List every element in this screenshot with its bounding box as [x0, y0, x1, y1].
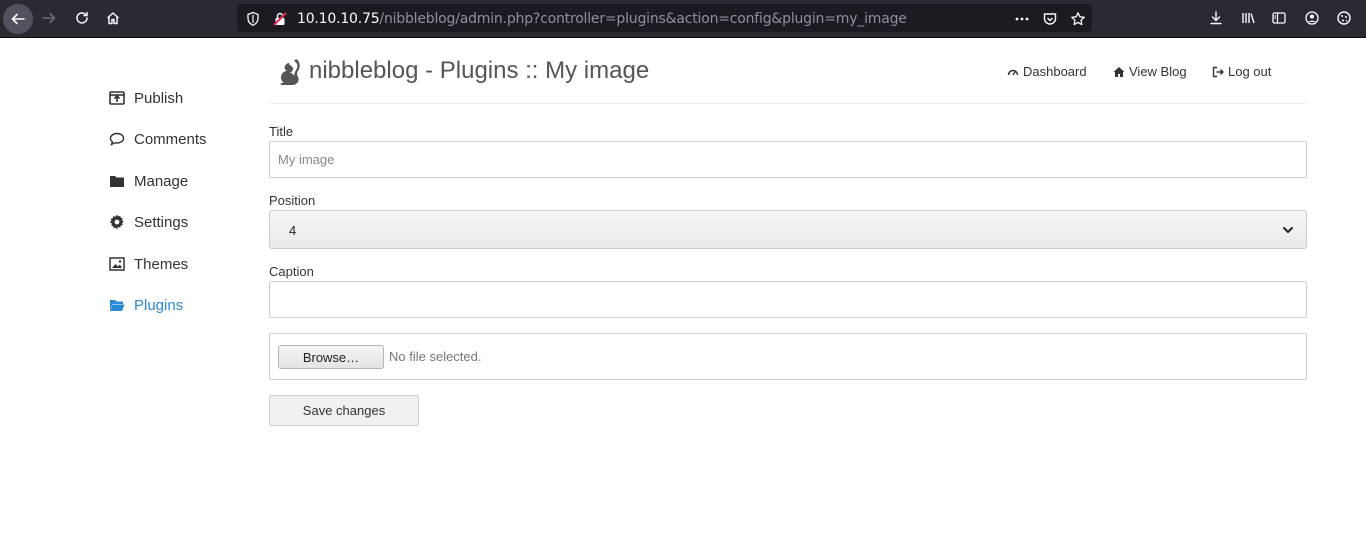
- library-icon: [1242, 13, 1255, 24]
- sidebar-icon: [1272, 12, 1286, 24]
- sidebar-item-publish[interactable]: Publish: [108, 86, 183, 110]
- view-blog-link-label: View Blog: [1129, 64, 1187, 79]
- file-status-text: No file selected.: [389, 349, 482, 364]
- account-icon: [1305, 11, 1319, 25]
- arrow-right-icon: [42, 12, 56, 24]
- reload-button[interactable]: [69, 5, 95, 31]
- sidebar-item-label: Plugins: [134, 296, 184, 314]
- shield-icon: [247, 11, 259, 27]
- squirrel-logo-icon: [280, 59, 300, 85]
- chevron-down-icon: [1283, 227, 1293, 233]
- comment-icon: [108, 131, 126, 147]
- title-label: Title: [269, 124, 294, 139]
- page-title: nibbleblog - Plugins :: My image: [309, 57, 650, 84]
- address-bar[interactable]: 10.10.10.75/nibbleblog/admin.php?control…: [237, 4, 1092, 32]
- url-path: /nibbleblog/admin.php?controller=plugins…: [379, 11, 907, 27]
- file-upload-field: Browse… No file selected.: [269, 333, 1307, 380]
- browse-button[interactable]: Browse…: [278, 345, 384, 369]
- gear-icon: [108, 214, 126, 230]
- save-changes-button[interactable]: Save changes: [269, 395, 419, 426]
- position-select[interactable]: 4: [269, 210, 1307, 249]
- library-button[interactable]: [1235, 5, 1261, 31]
- download-icon: [1210, 11, 1222, 25]
- bookmark-star-icon[interactable]: [1070, 11, 1086, 27]
- logout-link-label: Log out: [1228, 64, 1272, 79]
- sidebar-item-themes[interactable]: Themes: [108, 252, 188, 276]
- header-divider: [269, 103, 1307, 104]
- downloads-button[interactable]: [1203, 5, 1229, 31]
- pocket-icon[interactable]: [1042, 11, 1058, 27]
- home-button[interactable]: [100, 5, 126, 31]
- dashboard-link-label: Dashboard: [1023, 64, 1087, 79]
- position-selected-value: 4: [289, 223, 297, 238]
- sidebar-item-manage[interactable]: Manage: [108, 169, 188, 193]
- url-host: 10.10.10.75: [297, 11, 380, 27]
- title-input[interactable]: [269, 141, 1307, 178]
- sidebar-item-label: Publish: [134, 89, 184, 107]
- logout-link[interactable]: Log out: [1212, 64, 1271, 79]
- extension-button[interactable]: [1331, 5, 1357, 31]
- forward-button[interactable]: [36, 5, 62, 31]
- caption-label: Caption: [269, 264, 314, 279]
- more-actions-icon[interactable]: [1014, 11, 1030, 27]
- browser-toolbar: 10.10.10.75/nibbleblog/admin.php?control…: [0, 0, 1366, 38]
- back-button[interactable]: [3, 4, 33, 34]
- publish-icon: [108, 90, 126, 106]
- sidebar-item-label: Settings: [134, 213, 189, 231]
- dashboard-gauge-icon: [1007, 69, 1019, 75]
- sidebar-item-label: Themes: [134, 255, 189, 273]
- sidebar-item-label: Manage: [134, 172, 189, 190]
- sidebar-item-label: Comments: [134, 130, 207, 148]
- home-icon: [1113, 66, 1125, 77]
- image-icon: [108, 256, 126, 272]
- sidebar-item-plugins[interactable]: Plugins: [108, 293, 183, 317]
- view-blog-link[interactable]: View Blog: [1113, 64, 1187, 79]
- position-label: Position: [269, 193, 316, 208]
- url-text: 10.10.10.75/nibbleblog/admin.php?control…: [297, 11, 907, 27]
- sidebar-item-settings[interactable]: Settings: [108, 210, 188, 234]
- cookie-icon: [1337, 11, 1351, 25]
- dashboard-link[interactable]: Dashboard: [1007, 64, 1087, 79]
- folder-icon: [108, 173, 126, 189]
- arrow-left-icon: [11, 13, 25, 25]
- reload-icon: [76, 11, 88, 24]
- sidebar-item-comments[interactable]: Comments: [108, 127, 207, 151]
- insecure-lock-icon: [273, 12, 287, 26]
- logout-icon: [1212, 66, 1224, 77]
- sidebar-toggle-button[interactable]: [1266, 5, 1292, 31]
- home-icon: [107, 12, 119, 25]
- account-button[interactable]: [1299, 5, 1325, 31]
- folder-open-icon: [108, 297, 126, 313]
- caption-input[interactable]: [269, 281, 1307, 318]
